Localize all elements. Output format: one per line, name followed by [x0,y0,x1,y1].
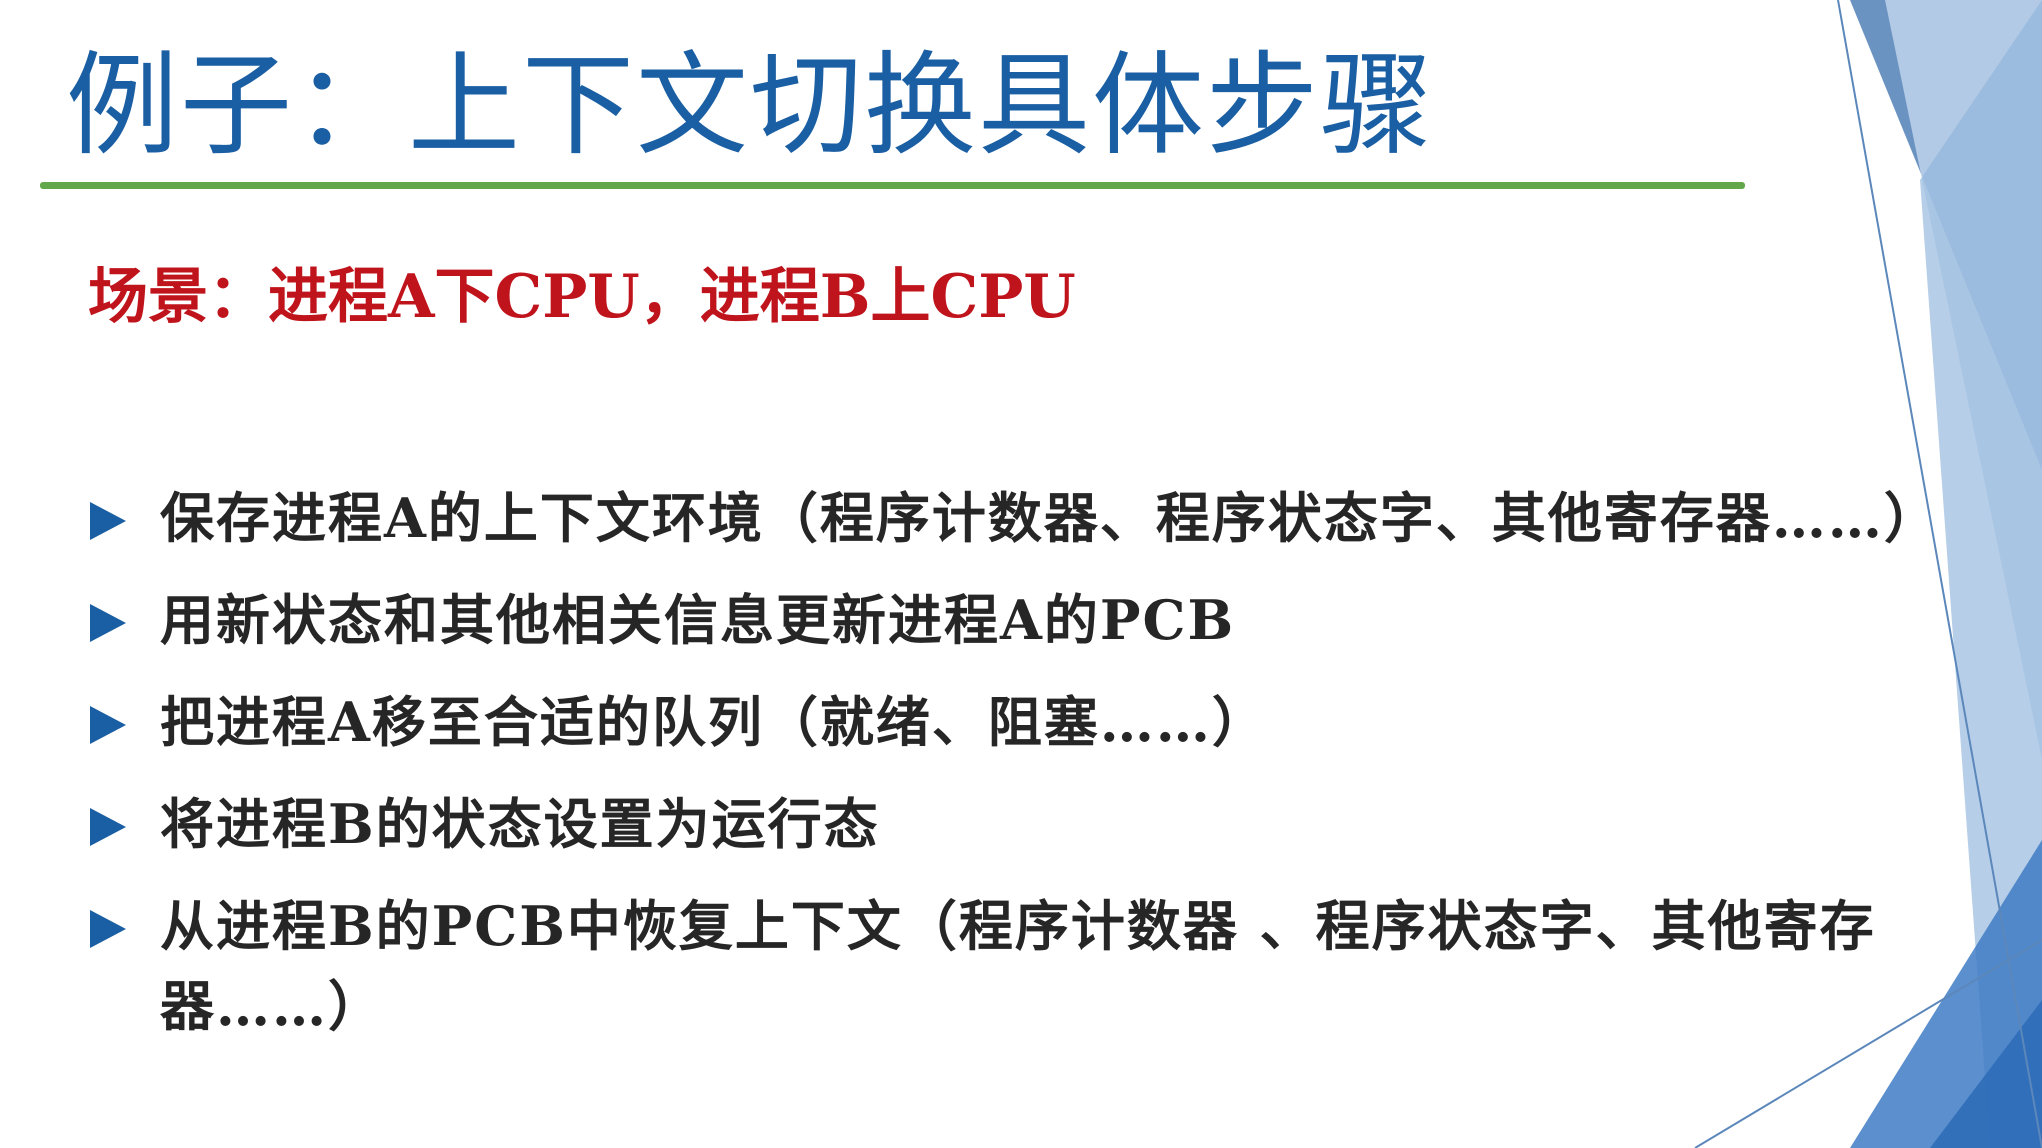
list-item: 将进程B的状态设置为运行态 [82,784,2022,864]
step-text: 从进程B的PCB中恢复上下文（程序计数器 、程序状态字、其他寄存器……） [160,894,1876,1038]
triangle-right-icon [90,706,126,744]
title-divider [40,182,1745,189]
triangle-right-icon [90,502,126,540]
decor-dark-panel [1850,0,2042,470]
list-item: 从进程B的PCB中恢复上下文（程序计数器 、程序状态字、其他寄存器……） [82,886,2022,1046]
step-text: 用新状态和其他相关信息更新进程A的PCB [160,588,1236,652]
list-item: 把进程A移至合适的队列（就绪、阻塞……） [82,682,2022,762]
step-list: 保存进程A的上下文环境（程序计数器、程序状态字、其他寄存器……） 用新状态和其他… [82,478,2022,1068]
slide: 例子：上下文切换具体步骤 场景：进程A下CPU，进程B上CPU 保存进程A的上下… [0,0,2042,1148]
step-text: 保存进程A的上下文环境（程序计数器、程序状态字、其他寄存器……） [160,486,1940,550]
page-title: 例子：上下文切换具体步骤 [66,41,1434,171]
step-text: 将进程B的状态设置为运行态 [160,792,880,856]
scenario-heading: 场景：进程A下CPU，进程B上CPU [88,262,1076,332]
list-item: 用新状态和其他相关信息更新进程A的PCB [82,580,2022,660]
triangle-right-icon [90,808,126,846]
triangle-right-icon [90,910,126,948]
triangle-right-icon [90,604,126,642]
list-item: 保存进程A的上下文环境（程序计数器、程序状态字、其他寄存器……） [82,478,2022,558]
step-text: 把进程A移至合适的队列（就绪、阻塞……） [160,690,1268,754]
